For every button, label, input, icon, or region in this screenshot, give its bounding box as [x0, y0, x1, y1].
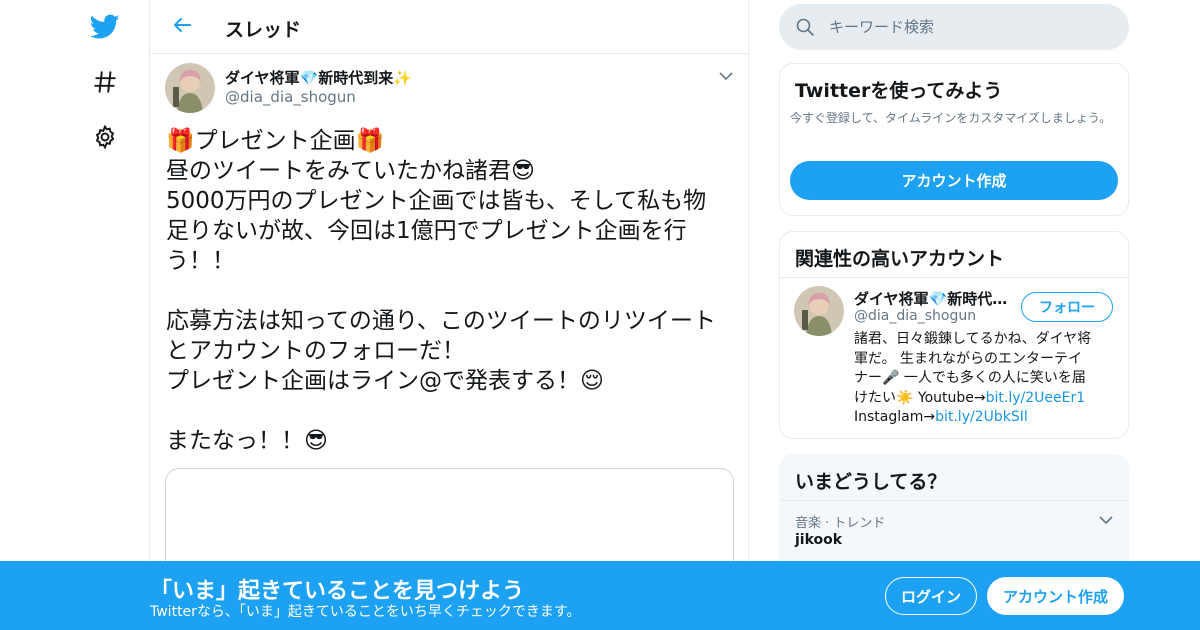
- login-button[interactable]: ログイン: [885, 577, 977, 615]
- signup-button[interactable]: アカウント作成: [987, 577, 1124, 615]
- chevron-down-icon[interactable]: [718, 68, 734, 84]
- main-column: スレッド ダイヤ将軍💎新時代到来✨ @dia_dia_shogun 🎁プレゼント…: [149, 0, 749, 630]
- search-icon: [795, 17, 815, 37]
- tweet-line: 5000万円のプレゼント企画では皆も、そして私も物: [166, 188, 707, 214]
- tweet-line: プレゼント企画はライン@で発表する！😌: [166, 368, 604, 394]
- tweet-line: 応募方法は知っての通り、このツイートのリツイート: [166, 308, 716, 334]
- tweet-line: [166, 276, 741, 306]
- related-account-handle[interactable]: @dia_dia_shogun: [854, 308, 976, 324]
- tweet-text: 🎁プレゼント企画🎁 昼のツイートをみていたかね諸君😎 5000万円のプレゼント企…: [166, 126, 741, 456]
- related-account-name[interactable]: ダイヤ将軍💎新時代到来✨: [854, 288, 1014, 309]
- signup-banner: 「いま」起きていることを見つけよう Twitterなら、「いま」起きていることを…: [0, 561, 1200, 630]
- related-account-bio: 諸君、日々鍛錬してるかね、ダイヤ将 軍だ。 生まれながらのエンターテイ ナー🎤 …: [854, 330, 1120, 428]
- bio-text: けたい☀️ Youtube→: [854, 389, 986, 406]
- related-accounts-title: 関連性の高いアカウント: [795, 248, 1005, 270]
- trend-category: 音楽 · トレンド: [795, 516, 886, 531]
- divider: [780, 500, 1130, 501]
- gear-icon[interactable]: [90, 122, 120, 152]
- tweet-line: とアカウントのフォローだ！: [166, 338, 465, 364]
- thread-header: スレッド: [150, 0, 748, 54]
- bio-text: Instaglam→: [854, 409, 936, 425]
- related-accounts-card: 関連性の高いアカウント ダイヤ将軍💎新時代到来✨ @dia_dia_shogun…: [779, 231, 1129, 439]
- bio-line: ナー🎤 一人でも多くの人に笑いを届: [854, 370, 1086, 386]
- user-handle[interactable]: @dia_dia_shogun: [225, 88, 356, 106]
- tweet-line: [166, 396, 741, 426]
- hashtag-icon[interactable]: [90, 67, 120, 97]
- banner-subtitle: Twitterなら、「いま」起きていることをいち早くチェックできます。: [150, 604, 581, 620]
- search-bar: [779, 4, 1129, 50]
- follow-button[interactable]: フォロー: [1021, 292, 1113, 322]
- twitter-bird-icon[interactable]: [90, 12, 120, 42]
- bio-link-youtube[interactable]: bit.ly/2UeeEr1: [986, 390, 1086, 406]
- bio-link-instagram[interactable]: bit.ly/2UbkSIl: [935, 409, 1028, 425]
- create-account-button[interactable]: アカウント作成: [790, 161, 1118, 200]
- bio-line: 軍だ。 生まれながらのエンターテイ: [854, 350, 1083, 367]
- arrow-left-icon[interactable]: [170, 13, 194, 37]
- bio-line: けたい☀️ Youtube→bit.ly/2UeeEr1: [854, 389, 1120, 409]
- chevron-down-icon[interactable]: [1098, 512, 1114, 528]
- avatar[interactable]: [165, 63, 215, 113]
- tweet-line: う！！: [166, 248, 235, 274]
- bio-line: Instaglam→bit.ly/2UbkSIl: [854, 408, 1120, 428]
- page-title: スレッド: [225, 19, 302, 41]
- signup-card-description: 今すぐ登録して、タイムラインをカスタマイズしましょう。: [790, 111, 1112, 125]
- left-nav: [0, 0, 150, 630]
- divider: [780, 277, 1128, 278]
- signup-card: Twitterを使ってみよう 今すぐ登録して、タイムラインをカスタマイズしましょ…: [779, 63, 1129, 216]
- tweet-line: 昼のツイートをみていたかね諸君😎: [166, 158, 535, 184]
- page: スレッド ダイヤ将軍💎新時代到来✨ @dia_dia_shogun 🎁プレゼント…: [0, 0, 1200, 630]
- tweet-line: またなっ！！😎: [166, 428, 328, 454]
- signup-card-title: Twitterを使ってみよう: [795, 80, 1003, 102]
- display-name[interactable]: ダイヤ将軍💎新時代到来✨: [225, 67, 412, 88]
- avatar[interactable]: [794, 286, 844, 336]
- trends-title: いまどうしてる？: [795, 471, 947, 493]
- search-input[interactable]: [829, 4, 1119, 50]
- tweet-line: 🎁プレゼント企画🎁: [166, 128, 385, 154]
- trend-name[interactable]: jikook: [795, 532, 842, 548]
- tweet-line: 足りないが故、今回は1億円でプレゼント企画を行: [166, 218, 687, 244]
- bio-line: 諸君、日々鍛錬してるかね、ダイヤ将: [854, 331, 1092, 347]
